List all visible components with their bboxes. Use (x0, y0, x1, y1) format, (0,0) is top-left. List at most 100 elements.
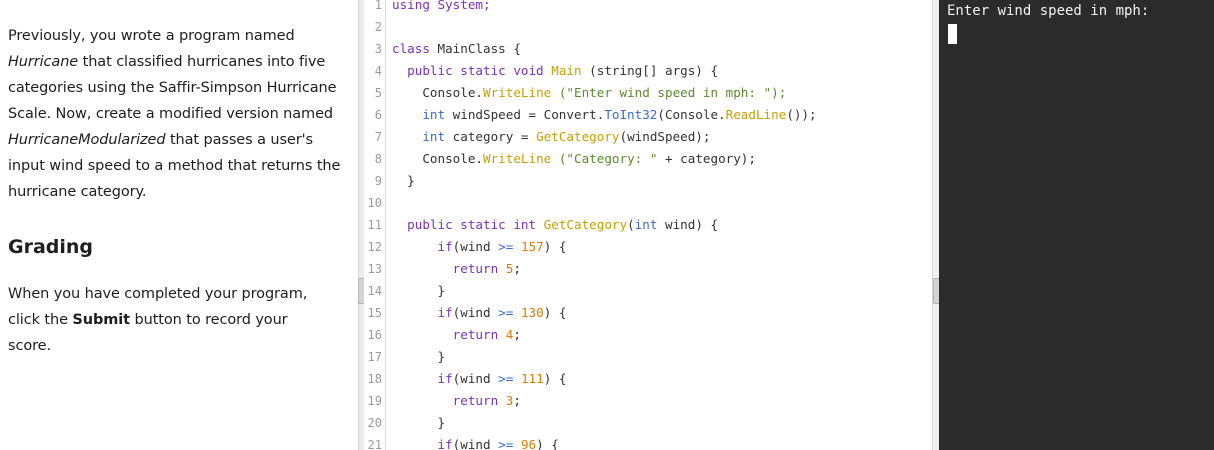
line-number: 12 (367, 240, 382, 254)
code-token: windSpeed = Convert. (445, 107, 605, 122)
code-token: ( (627, 217, 635, 232)
code-token: 111 (520, 371, 544, 386)
code-token: wind) { (657, 217, 719, 232)
code-token: public static int (392, 217, 544, 232)
code-token: Console. (392, 85, 483, 100)
code-token: Console. (392, 151, 483, 166)
line-number: 8 (374, 152, 382, 166)
line-number: 20 (367, 416, 382, 430)
line-number: 6 (374, 108, 382, 122)
code-token: 96 (520, 437, 537, 450)
code-token: WriteLine (483, 151, 552, 166)
line-number: 19 (367, 394, 382, 408)
code-token: ; (513, 393, 521, 408)
code-editor[interactable]: 1 2 3 4 5 6 7 8 9 10 11 12 13 14 15 16 17 18 19 20 21 using … (364, 0, 932, 450)
program-name-hurricane: Hurricane (8, 54, 79, 70)
code-token: GetCategory (543, 217, 628, 232)
code-token: WriteLine (483, 85, 552, 100)
line-number: 14 (367, 284, 382, 298)
console-output: Enter wind speed in mph: (947, 3, 1150, 19)
line-number: 15 (367, 306, 382, 320)
code-token: int (392, 129, 446, 144)
code-token: (wind (452, 437, 499, 450)
right-pane-resizer[interactable] (932, 0, 940, 450)
line-number: 3 (374, 42, 382, 56)
code-line[interactable]: int windSpeed = Convert.ToInt32(Console.… (392, 104, 817, 126)
code-token: class (392, 41, 430, 56)
code-line[interactable]: } (392, 412, 445, 434)
line-number: 17 (367, 350, 382, 364)
code-line[interactable]: int category = GetCategory(windSpeed); (392, 126, 710, 148)
code-token: 130 (520, 305, 544, 320)
code-line[interactable]: public static int GetCategory(int wind) … (392, 214, 718, 236)
code-line[interactable]: } (392, 280, 445, 302)
code-token: ) { (543, 305, 567, 320)
code-token: MainClass { (429, 41, 521, 56)
console-cursor (948, 24, 957, 44)
program-name-modularized: HurricaneModularized (8, 132, 166, 148)
code-line[interactable]: Console.WriteLine ("Enter wind speed in … (392, 82, 786, 104)
line-number: 7 (374, 130, 382, 144)
code-token: int (392, 107, 446, 122)
code-line[interactable]: using System; (392, 0, 491, 16)
code-token: 157 (520, 239, 544, 254)
code-token: using System; (392, 0, 491, 12)
code-token: } (392, 173, 415, 188)
console-panel[interactable]: Enter wind speed in mph: (939, 0, 1214, 450)
code-line[interactable]: } (392, 170, 415, 192)
code-line[interactable]: return 5; (392, 258, 521, 280)
instructions-text: Previously, you wrote a program named (8, 28, 295, 44)
code-token: ; (513, 327, 521, 342)
code-line[interactable]: if(wind >= 130) { (392, 302, 566, 324)
code-line[interactable]: } (392, 346, 445, 368)
code-token: if (392, 437, 453, 450)
code-line[interactable]: if(wind >= 157) { (392, 236, 566, 258)
instructions-paragraph: Previously, you wrote a program named Hu… (8, 23, 353, 205)
line-number: 4 (374, 64, 382, 78)
code-line[interactable]: Console.WriteLine ("Category: " + catego… (392, 148, 756, 170)
code-token: + category); (657, 151, 756, 166)
code-token: Main (551, 63, 582, 78)
line-number: 2 (374, 20, 382, 34)
code-token: ) { (536, 437, 559, 450)
code-token: if (392, 305, 453, 320)
code-token: ) { (543, 371, 567, 386)
code-token: public static void (392, 63, 552, 78)
code-token: (Console. (657, 107, 726, 122)
code-token: int (634, 217, 658, 232)
grading-heading: Grading (8, 236, 94, 258)
code-line[interactable]: return 3; (392, 390, 521, 412)
code-token: >= (498, 305, 514, 320)
line-number: 11 (367, 218, 382, 232)
code-token: ()); (786, 107, 817, 122)
code-token: (wind (452, 371, 499, 386)
code-token: ; (513, 261, 521, 276)
grading-paragraph: When you have completed your program, cl… (8, 281, 318, 359)
line-number: 10 (367, 196, 382, 210)
code-token: return (392, 327, 499, 342)
code-line[interactable]: return 4; (392, 324, 521, 346)
code-line[interactable]: public static void Main (string[] args) … (392, 60, 718, 82)
code-token: >= (498, 239, 514, 254)
code-token: ToInt32 (604, 107, 658, 122)
code-line[interactable]: if(wind >= 96) { (392, 434, 559, 450)
line-number: 5 (374, 86, 382, 100)
code-token: ("Enter wind speed in mph: "); (551, 85, 787, 100)
code-token: } (392, 415, 446, 430)
code-line[interactable]: class MainClass { (392, 38, 521, 60)
line-number: 13 (367, 262, 382, 276)
line-number: 9 (374, 174, 382, 188)
code-token: ) { (543, 239, 567, 254)
code-token: GetCategory (536, 129, 620, 144)
code-line[interactable]: if(wind >= 111) { (392, 368, 566, 390)
instructions-panel: Previously, you wrote a program named Hu… (0, 0, 358, 450)
code-token: (wind (452, 239, 499, 254)
line-number: 1 (374, 0, 382, 12)
